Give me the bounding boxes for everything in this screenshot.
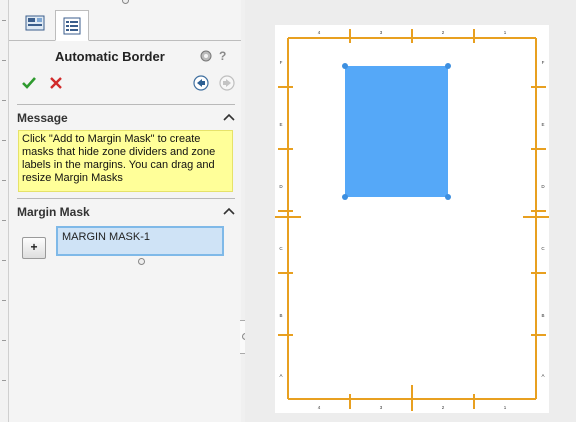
cancel-x-icon[interactable] [48,75,64,91]
zone-label: B [279,313,282,318]
add-to-margin-mask-button[interactable]: + [22,237,46,259]
message-box: Click "Add to Margin Mask" to create mas… [18,130,233,192]
zone-label: A [279,373,282,378]
list-item[interactable]: MARGIN MASK-1 [62,231,218,243]
zone-label: E [279,122,282,127]
zone-label: E [541,122,544,127]
panel-title: Automatic Border [55,49,165,64]
collapse-chevron-icon[interactable] [223,206,235,216]
divider [17,104,235,105]
mask-handle[interactable] [342,63,348,69]
zone-label: 1 [504,30,507,35]
zone-label: 4 [318,405,321,410]
zone-label: 3 [380,405,383,410]
zone-label: F [542,60,545,65]
property-manager-tab[interactable] [18,10,52,38]
mask-handle[interactable] [445,194,451,200]
margin-mask-section-header[interactable]: Margin Mask [17,205,235,223]
top-resize-handle[interactable] [122,0,129,4]
message-section-header[interactable]: Message [17,111,235,129]
zone-label: 4 [318,30,321,35]
property-manager-panel: Automatic Border ? Message Click "Add to… [9,0,242,422]
zone-label: C [279,246,283,251]
graphics-area[interactable]: 4 4 3 3 2 2 1 1 F E D C B A F E D C B A [245,0,576,422]
message-heading: Message [17,111,68,125]
zone-label: 3 [380,30,383,35]
tree-list-icon [63,17,81,34]
zone-label: F [280,60,283,65]
zone-label: 2 [442,30,445,35]
ok-checkmark-icon[interactable] [21,75,37,91]
zone-label: C [541,246,545,251]
zone-label: B [541,313,544,318]
divider [17,198,235,199]
feature-tree-tab[interactable] [55,10,89,41]
mask-handle[interactable] [445,63,451,69]
zone-label: D [279,184,283,189]
back-arrow-icon[interactable] [193,75,209,91]
zone-label: D [541,184,545,189]
margin-mask-list[interactable]: MARGIN MASK-1 [56,226,224,256]
settings-icon[interactable] [199,49,213,63]
mask-handle[interactable] [342,194,348,200]
zone-label: 2 [442,405,445,410]
margin-mask-heading: Margin Mask [17,205,90,219]
drawing-border-svg: 4 4 3 3 2 2 1 1 F E D C B A F E D C B A [275,29,549,411]
help-icon[interactable]: ? [219,49,226,63]
header-tools: ? [199,49,226,63]
list-resize-handle[interactable] [138,258,145,265]
left-ruler [0,0,9,422]
next-arrow-icon[interactable] [219,75,235,91]
property-manager-icon [25,15,45,31]
margin-mask-rect[interactable] [345,66,448,197]
collapse-chevron-icon[interactable] [223,112,235,122]
zone-label: 1 [504,405,507,410]
zone-label: A [541,373,544,378]
panel-tabbar [9,0,241,41]
drawing-sheet[interactable]: 4 4 3 3 2 2 1 1 F E D C B A F E D C B A [275,25,549,413]
